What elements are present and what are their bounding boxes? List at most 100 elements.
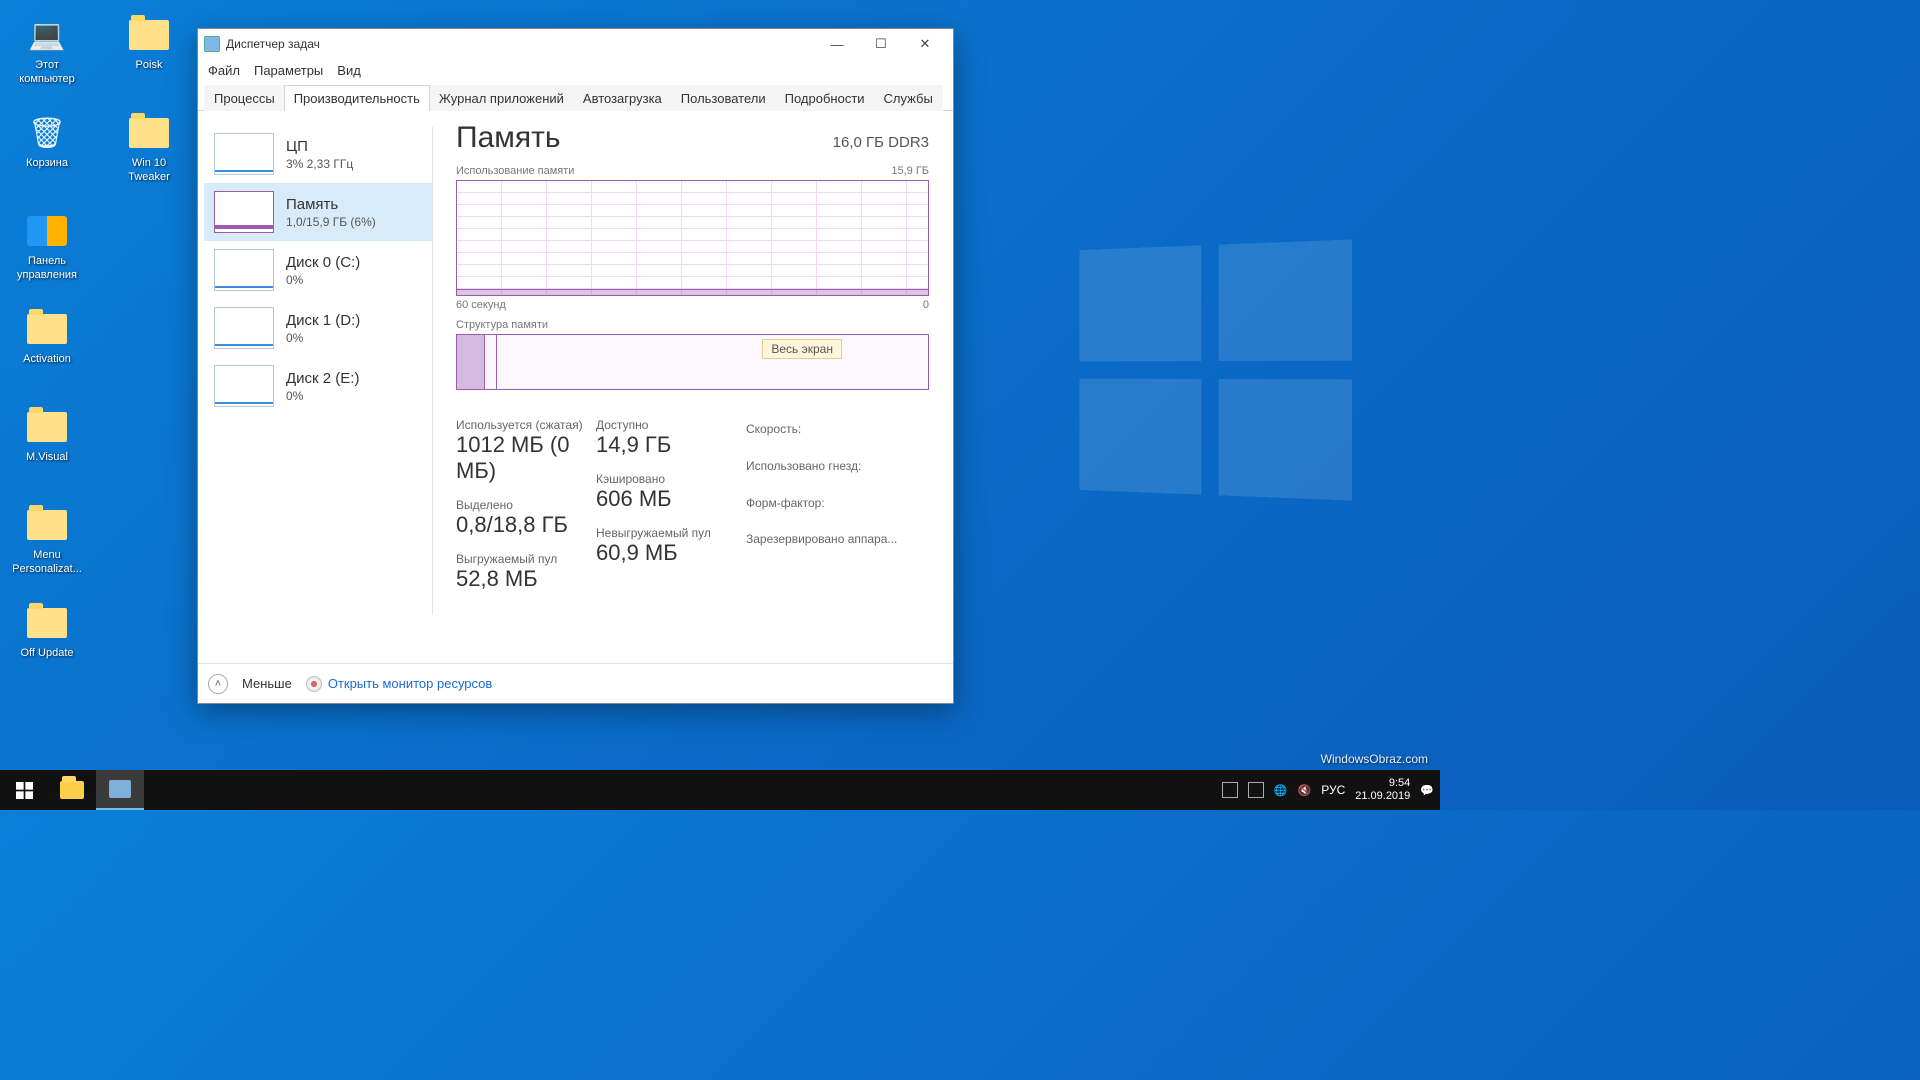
- desktop-icon-label: M.Visual: [26, 451, 68, 465]
- tab[interactable]: Производительность: [284, 85, 430, 111]
- tab[interactable]: Журнал приложений: [429, 85, 574, 111]
- stat-label: Используется (сжатая): [456, 418, 592, 432]
- taskbar[interactable]: 🌐 🔇 РУС 9:5421.09.2019 💬: [0, 770, 1440, 810]
- desktop-icon[interactable]: Панель управления: [8, 210, 86, 302]
- taskbar-explorer[interactable]: [48, 770, 96, 810]
- folder-icon: [25, 602, 69, 644]
- desktop-icon[interactable]: M.Visual: [8, 406, 86, 498]
- task-manager-icon: [204, 36, 220, 52]
- folder-icon: [25, 406, 69, 448]
- pc-icon: 💻: [25, 14, 69, 56]
- tray-icon[interactable]: [1222, 782, 1238, 798]
- window-titlebar[interactable]: Диспетчер задач — ☐ ✕: [198, 29, 953, 59]
- x-right: 0: [923, 299, 929, 311]
- memory-spec: 16,0 ГБ DDR3: [833, 134, 929, 151]
- tooltip: Весь экран: [762, 339, 842, 359]
- sidebar-item[interactable]: Диск 0 (C:)0%: [204, 241, 432, 299]
- stat-label: Кэшировано: [596, 472, 742, 486]
- tab[interactable]: Процессы: [204, 85, 285, 111]
- resource-monitor-link[interactable]: Открыть монитор ресурсов: [306, 676, 492, 692]
- sidebar-item-name: Память: [286, 196, 376, 213]
- sidebar-item-value: 1,0/15,9 ГБ (6%): [286, 215, 376, 229]
- desktop-icon-label: Панель управления: [8, 255, 86, 283]
- desktop-icon[interactable]: Win 10 Tweaker: [110, 112, 188, 204]
- clock[interactable]: 9:5421.09.2019: [1355, 777, 1410, 803]
- start-button[interactable]: [0, 770, 48, 810]
- stat-value: 1012 МБ (0 МБ): [456, 432, 592, 484]
- sidebar-item[interactable]: ЦП3% 2,33 ГГц: [204, 125, 432, 183]
- notifications-icon[interactable]: 💬: [1420, 784, 1434, 797]
- sidebar-item-value: 0%: [286, 389, 359, 403]
- task-manager-window: Диспетчер задач — ☐ ✕ Файл Параметры Вид П…: [197, 28, 954, 704]
- menu-item[interactable]: Параметры: [254, 63, 323, 78]
- collapse-icon[interactable]: ˄: [208, 674, 228, 694]
- desktop-icon[interactable]: Menu Personalizat...: [8, 504, 86, 596]
- x-left: 60 секунд: [456, 299, 506, 311]
- desktop-icon-label: Off Update: [21, 647, 74, 661]
- sidebar-item-name: Диск 0 (C:): [286, 254, 360, 271]
- stat-label: Невыгружаемый пул: [596, 526, 742, 540]
- close-button[interactable]: ✕: [903, 30, 947, 58]
- thumbnail-chart: [214, 191, 274, 233]
- page-title: Память: [456, 121, 561, 155]
- thumbnail-chart: [214, 365, 274, 407]
- bin-icon: 🗑: [25, 112, 69, 154]
- tab[interactable]: Пользователи: [671, 85, 776, 111]
- performance-main: Память 16,0 ГБ DDR3 Использование памяти…: [432, 111, 953, 663]
- monitor-icon: [306, 676, 322, 692]
- desktop-icon-label: Poisk: [136, 59, 163, 73]
- minimize-button[interactable]: —: [815, 30, 859, 58]
- panel-icon: [25, 210, 69, 252]
- folder-icon: [127, 14, 171, 56]
- desktop: 💻Этот компьютер 🗑 Корзина Панель управления…: [0, 0, 196, 740]
- struct-label: Структура памяти: [456, 319, 929, 331]
- stat-value: 0,8/18,8 ГБ: [456, 512, 592, 538]
- maximize-button[interactable]: ☐: [859, 30, 903, 58]
- stat-label: Скорость:: [746, 418, 929, 441]
- desktop-icon[interactable]: Activation: [8, 308, 86, 400]
- stat-label: Использовано гнезд:: [746, 455, 929, 478]
- chart-max: 15,9 ГБ: [891, 165, 929, 177]
- folder-icon: [127, 112, 171, 154]
- desktop-icon[interactable]: Off Update: [8, 602, 86, 694]
- menu-bar: Файл Параметры Вид: [198, 59, 953, 84]
- memory-composition-chart[interactable]: Весь экран: [456, 334, 929, 390]
- language-indicator[interactable]: РУС: [1321, 783, 1345, 797]
- sidebar-item[interactable]: Память 1,0/15,9 ГБ (6%): [204, 183, 432, 241]
- sidebar-item-name: Диск 2 (E:): [286, 370, 359, 387]
- sidebar-item-name: ЦП: [286, 138, 353, 155]
- fewer-details-link[interactable]: Меньше: [242, 676, 292, 691]
- tab[interactable]: Автозагрузка: [573, 85, 672, 111]
- chart-label: Использование памяти: [456, 165, 574, 177]
- window-title: Диспетчер задач: [226, 37, 815, 51]
- tab[interactable]: Службы: [874, 85, 943, 111]
- menu-item[interactable]: Файл: [208, 63, 240, 78]
- thumbnail-chart: [214, 133, 274, 175]
- desktop-icon-label: Win 10 Tweaker: [110, 157, 188, 185]
- stat-value: 52,8 МБ: [456, 566, 592, 592]
- tray-icon[interactable]: [1248, 782, 1264, 798]
- sidebar-item[interactable]: Диск 1 (D:)0%: [204, 299, 432, 357]
- performance-sidebar: ЦП3% 2,33 ГГц Память 1,0/15,9 ГБ (6%) Диск …: [198, 111, 432, 663]
- thumbnail-chart: [214, 307, 274, 349]
- desktop-icon[interactable]: 🗑 Корзина: [8, 112, 86, 204]
- folder-icon: [25, 308, 69, 350]
- desktop-icon-label: Menu Personalizat...: [8, 549, 86, 577]
- network-icon[interactable]: 🌐: [1274, 784, 1288, 797]
- volume-icon[interactable]: 🔇: [1298, 784, 1312, 797]
- sidebar-item-name: Диск 1 (D:): [286, 312, 360, 329]
- stat-value: 14,9 ГБ: [596, 432, 742, 458]
- stat-label: Зарезервировано аппара...: [746, 528, 929, 551]
- folder-icon: [25, 504, 69, 546]
- tab[interactable]: Подробности: [775, 85, 875, 111]
- sidebar-item[interactable]: Диск 2 (E:) 0%: [204, 357, 432, 415]
- desktop-icon[interactable]: 💻Этот компьютер: [8, 14, 86, 106]
- menu-item[interactable]: Вид: [337, 63, 361, 78]
- desktop-icon[interactable]: Poisk: [110, 14, 188, 106]
- desktop-icon-label: Корзина: [26, 157, 68, 171]
- taskbar-task-manager[interactable]: [96, 770, 144, 810]
- stat-label: Выгружаемый пул: [456, 552, 592, 566]
- memory-usage-chart[interactable]: [456, 180, 929, 296]
- stat-value: 606 МБ: [596, 486, 742, 512]
- thumbnail-chart: [214, 249, 274, 291]
